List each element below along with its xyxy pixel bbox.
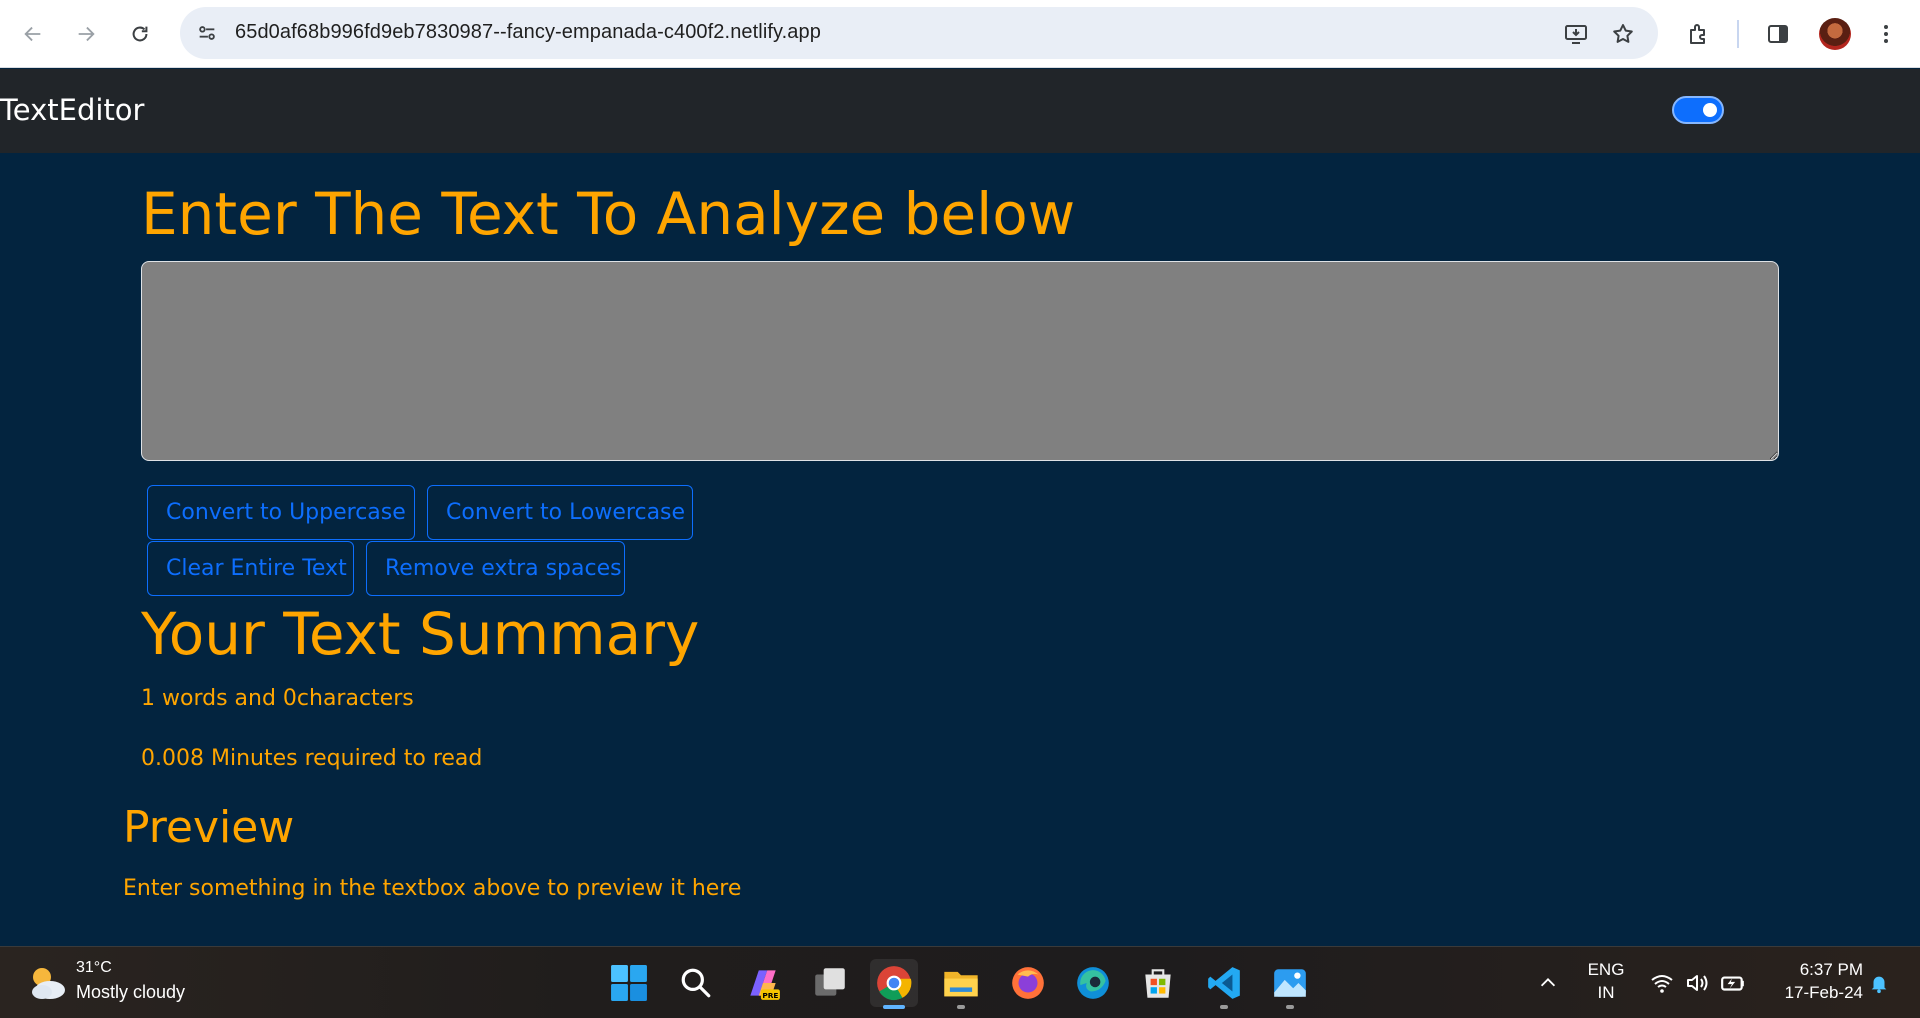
microsoft-store-icon[interactable] [1134,959,1182,1007]
search-icon[interactable] [672,959,720,1007]
svg-text:PRE: PRE [762,991,778,1000]
file-explorer-icon[interactable] [937,959,985,1007]
bookmark-star-icon[interactable] [1609,20,1637,48]
back-arrow-icon [24,26,41,42]
windows-start-icon[interactable] [605,959,653,1007]
dark-mode-toggle[interactable] [1672,96,1724,124]
photos-running-indicator [1286,1005,1294,1009]
vscode-running-indicator [1220,1005,1228,1009]
kebab-menu-icon[interactable] [1868,16,1904,52]
remove-spaces-button[interactable]: Remove extra spaces [366,541,625,596]
battery-charging-icon[interactable] [1720,970,1746,996]
url-text[interactable]: 65d0af68b996fd9eb7830987--fancy-empanada… [235,21,821,44]
read-time-text: 0.008 Minutes required to read [141,746,483,771]
firefox-icon[interactable] [1004,959,1052,1007]
toggle-knob [1703,103,1717,117]
clear-text-button[interactable]: Clear Entire Text [147,541,354,596]
site-info-icon[interactable] [194,20,220,46]
reload-button[interactable] [122,16,158,52]
volume-icon[interactable] [1684,970,1710,996]
app-navbar: TextEditor [0,69,1920,153]
summary-heading: Your Text Summary [141,600,700,668]
notification-bell-icon[interactable] [1866,970,1892,996]
preview-heading: Preview [123,802,295,853]
chrome-active-indicator [883,1005,905,1009]
language-indicator-top[interactable]: ENG [1580,960,1632,980]
lowercase-button[interactable]: Convert to Lowercase [427,485,693,540]
explorer-running-indicator [957,1005,965,1009]
vscode-icon[interactable] [1200,959,1248,1007]
preview-text: Enter something in the textbox above to … [123,876,742,901]
install-app-icon[interactable] [1562,20,1590,48]
wifi-icon[interactable] [1649,970,1675,996]
brand-title[interactable]: TextEditor [0,93,144,127]
clock-time[interactable]: 6:37 PM [1763,960,1863,980]
profile-avatar[interactable] [1819,18,1851,50]
partly-cloudy-icon[interactable] [26,963,68,1003]
forward-arrow-icon [78,26,95,42]
uppercase-button[interactable]: Convert to Uppercase [147,485,415,540]
forward-button[interactable] [68,16,104,52]
task-view-icon[interactable] [806,959,854,1007]
word-count-text: 1 words and 0characters [141,686,414,711]
edge-icon[interactable] [1069,959,1117,1007]
page-heading: Enter The Text To Analyze below [141,180,1076,248]
side-panel-icon[interactable] [1760,16,1796,52]
browser-toolbar: 65d0af68b996fd9eb7830987--fancy-empanada… [0,0,1920,68]
address-bar[interactable]: 65d0af68b996fd9eb7830987--fancy-empanada… [180,7,1658,59]
clock-date[interactable]: 17-Feb-24 [1763,983,1863,1003]
chevron-up-icon[interactable] [1535,970,1561,996]
photos-icon[interactable] [1266,959,1314,1007]
chrome-icon[interactable] [870,959,918,1007]
copilot-icon[interactable]: PRE [739,959,787,1007]
back-button[interactable] [15,16,51,52]
toolbar-divider [1737,20,1739,48]
reload-icon [132,26,148,42]
extensions-icon[interactable] [1681,16,1717,52]
weather-description[interactable]: Mostly cloudy [76,982,185,1003]
text-input-area[interactable] [141,261,1779,461]
language-indicator-bottom[interactable]: IN [1580,983,1632,1003]
weather-temperature[interactable]: 31°C [76,959,112,977]
